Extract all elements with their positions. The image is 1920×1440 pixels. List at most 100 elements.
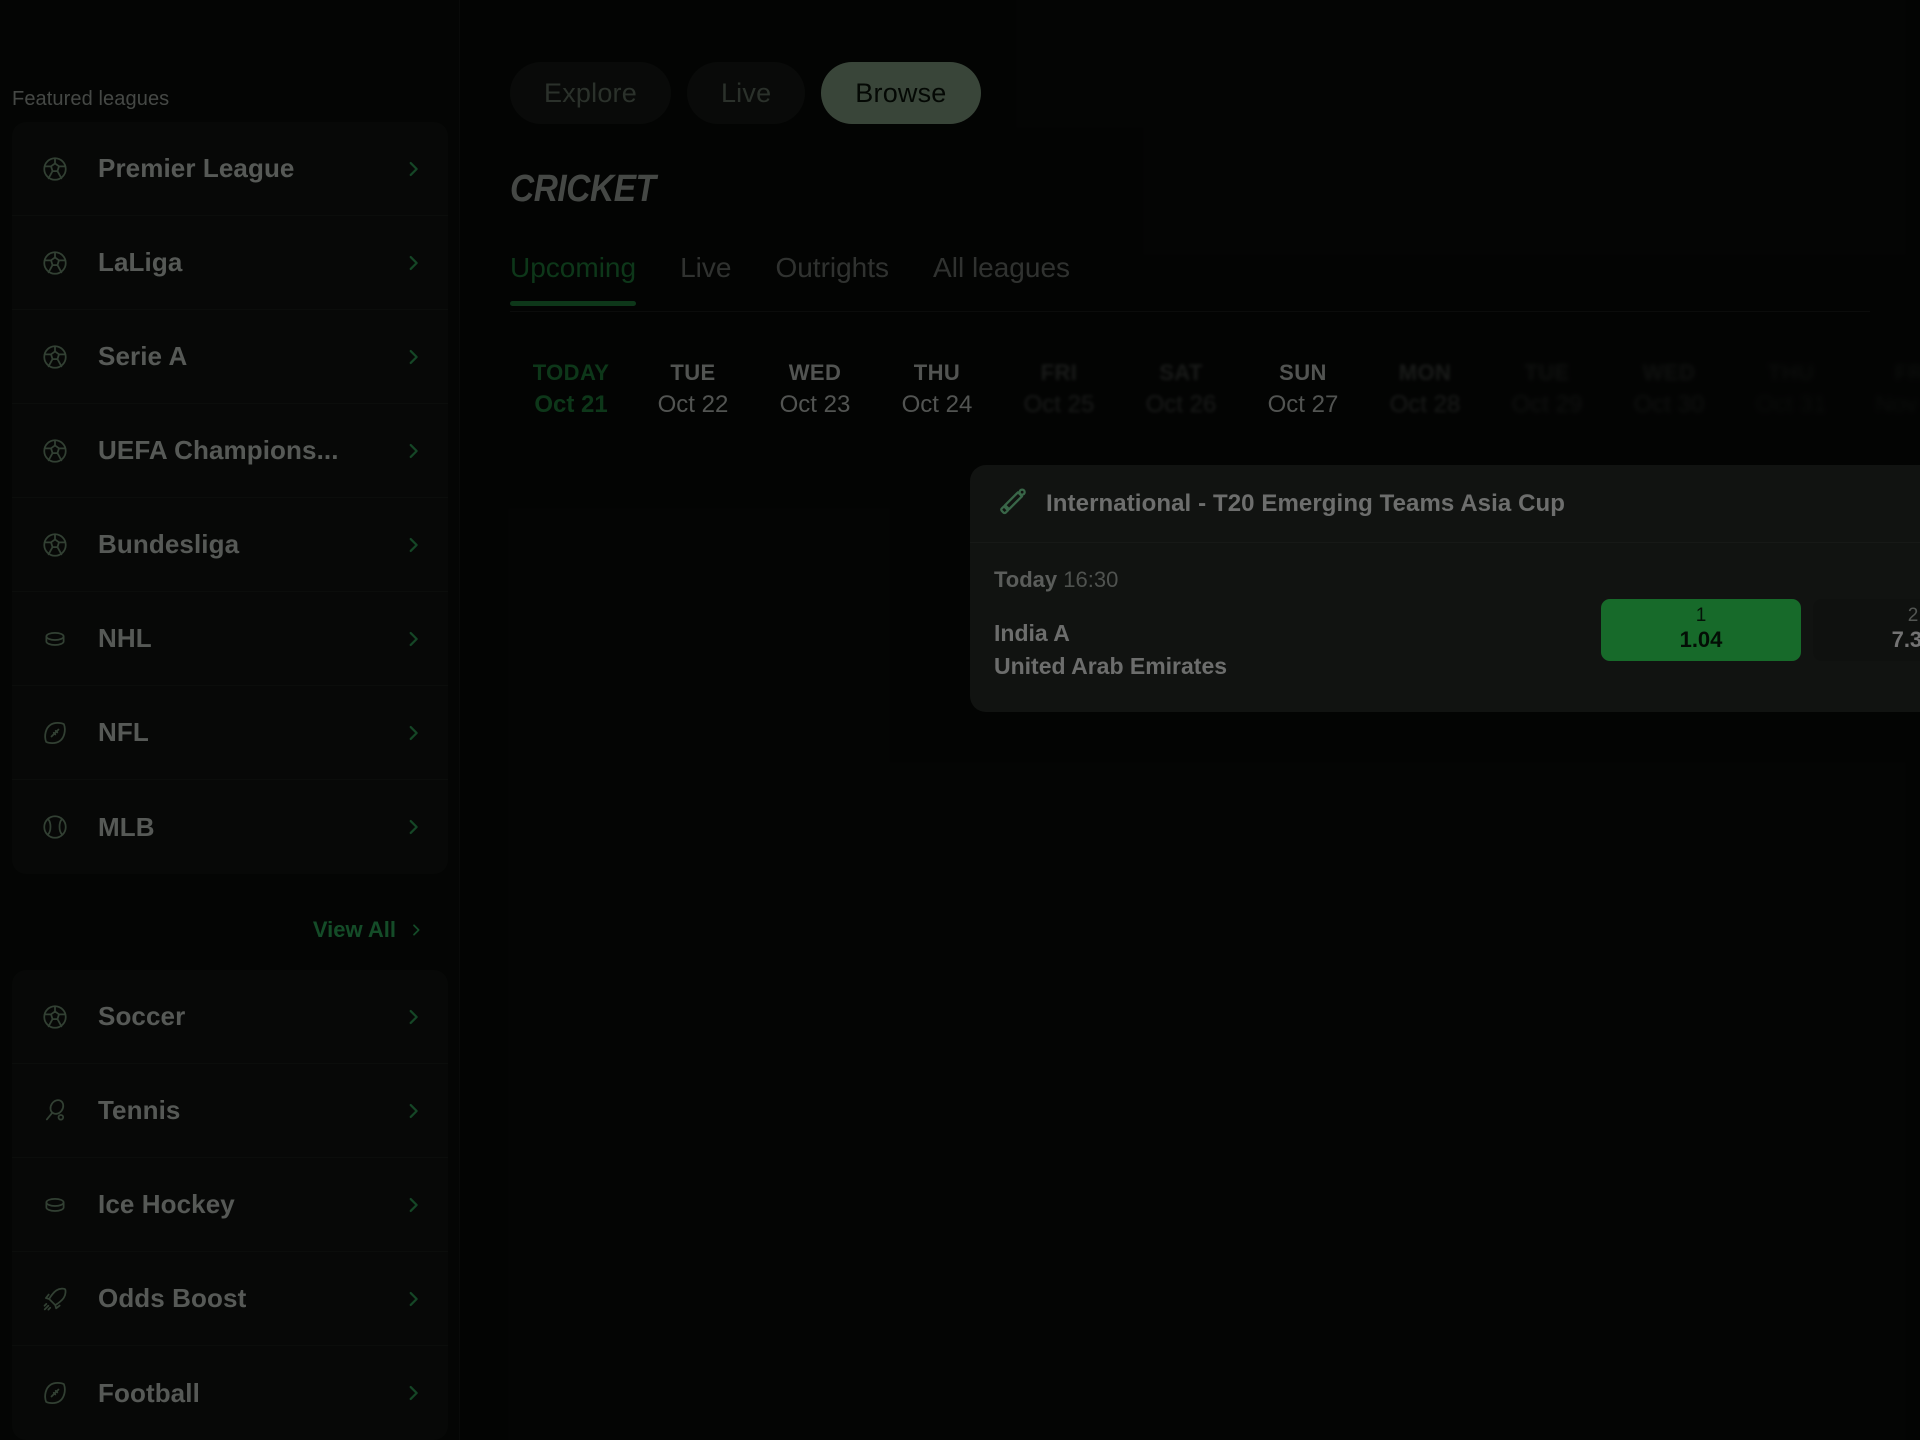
sidebar-item-label: UEFA Champions... — [98, 435, 339, 465]
date-cell[interactable]: WED Oct 23 — [754, 360, 876, 419]
sidebar-item-bundesliga[interactable]: Bundesliga — [12, 498, 448, 592]
american-football-icon — [40, 1378, 70, 1408]
tab-outrights[interactable]: Outrights — [775, 252, 889, 306]
sidebar-item-label: LaLiga — [98, 247, 183, 277]
date-monthday: Oct 31 — [1755, 391, 1827, 419]
chevron-right-icon[interactable] — [402, 1288, 424, 1310]
date-weekday: TUE — [670, 360, 716, 385]
date-monthday: Oct 23 — [779, 391, 851, 419]
sidebar-item-premier-league[interactable]: Premier League — [12, 122, 448, 216]
date-weekday: FRI — [1040, 360, 1078, 385]
date-weekday: TUE — [1524, 360, 1570, 385]
chevron-right-icon — [408, 922, 424, 938]
date-cell[interactable]: SUN Oct 27 — [1242, 360, 1364, 419]
date-weekday: THU — [1767, 360, 1815, 385]
chevron-right-icon[interactable] — [402, 346, 424, 368]
odds-outcome-number: 1 — [1695, 605, 1707, 627]
view-all-link[interactable]: View All — [12, 900, 448, 960]
sidebar-item-nhl[interactable]: NHL — [12, 592, 448, 686]
sidebar-title: Featured leagues — [12, 88, 170, 110]
tab-live[interactable]: Live — [680, 252, 731, 306]
top-navigation: Explore Live Browse — [510, 62, 981, 124]
date-monthday: Oct 25 — [1023, 391, 1095, 419]
date-monthday: Oct 27 — [1267, 391, 1339, 419]
chevron-right-icon[interactable] — [402, 816, 424, 838]
date-weekday: WED — [1642, 360, 1696, 385]
featured-leagues-group: Premier League LaLiga Serie A UEFA Champion… — [12, 122, 448, 874]
date-cell[interactable]: FRI Oct 25 — [998, 360, 1120, 419]
topnav-live-button[interactable]: Live — [686, 62, 806, 124]
chevron-right-icon[interactable] — [402, 252, 424, 274]
chevron-right-icon[interactable] — [402, 534, 424, 556]
date-weekday: TODAY — [532, 360, 610, 385]
chevron-right-icon[interactable] — [402, 1194, 424, 1216]
odds-value: 1.04 — [1679, 627, 1723, 653]
tab-upcoming[interactable]: Upcoming — [510, 252, 637, 306]
match-time: Today 16:30 — [994, 567, 1920, 593]
chevron-right-icon[interactable] — [402, 1006, 424, 1028]
date-weekday: SAT — [1159, 360, 1203, 385]
odds-button-2[interactable]: 27.30 — [1813, 599, 1920, 661]
date-weekday: SUN — [1279, 360, 1327, 385]
sidebar-item-uefa-champions[interactable]: UEFA Champions... — [12, 404, 448, 498]
soccer-ball-icon — [40, 342, 70, 372]
chevron-right-icon[interactable] — [402, 628, 424, 650]
soccer-ball-icon — [40, 154, 70, 184]
soccer-ball-icon — [40, 1002, 70, 1032]
match-row[interactable]: Today 16:30 India A United Arab Emirates… — [970, 543, 1920, 712]
date-monthday: Oct 21 — [534, 391, 608, 419]
chevron-right-icon[interactable] — [402, 1382, 424, 1404]
date-cell[interactable]: THU Oct 24 — [876, 360, 998, 419]
cricket-bat-ball-icon — [996, 487, 1030, 521]
league-card-header[interactable]: International - T20 Emerging Teams Asia … — [970, 465, 1920, 543]
date-cell[interactable]: WED Oct 30 — [1608, 360, 1730, 419]
date-cell[interactable]: MON Oct 28 — [1364, 360, 1486, 419]
odds-outcome-number: 2 — [1907, 605, 1919, 627]
odds-button-1[interactable]: 1 1.04 — [1601, 599, 1801, 661]
sidebar-item-ice-hockey[interactable]: Ice Hockey — [12, 1158, 448, 1252]
sidebar-item-label: Serie A — [98, 341, 188, 371]
soccer-ball-icon — [40, 436, 70, 466]
date-cell[interactable]: THU Oct 31 — [1730, 360, 1852, 419]
tennis-racket-icon — [40, 1096, 70, 1126]
chevron-right-icon[interactable] — [402, 722, 424, 744]
sidebar-item-mlb[interactable]: MLB — [12, 780, 448, 874]
date-cell[interactable]: TUE Oct 29 — [1486, 360, 1608, 419]
sidebar-item-odds-boost[interactable]: Odds Boost — [12, 1252, 448, 1346]
sidebar-item-football[interactable]: Football — [12, 1346, 448, 1440]
hockey-puck-icon — [40, 624, 70, 654]
soccer-ball-icon — [40, 248, 70, 278]
date-cell[interactable]: SAT Oct 26 — [1120, 360, 1242, 419]
chevron-right-icon[interactable] — [402, 440, 424, 462]
date-selector-strip[interactable]: TODAY Oct 21 TUE Oct 22 WED Oct 23 THU Oct 24 FR… — [510, 360, 1920, 440]
sidebar-item-laliga[interactable]: LaLiga — [12, 216, 448, 310]
sidebar-item-nfl[interactable]: NFL — [12, 686, 448, 780]
sidebar-item-label: Soccer — [98, 1001, 186, 1031]
date-cell[interactable]: TUE Oct 22 — [632, 360, 754, 419]
sidebar-item-tennis[interactable]: Tennis — [12, 1064, 448, 1158]
topnav-explore-button[interactable]: Explore — [510, 62, 671, 124]
date-monthday: Nov 01 — [1874, 391, 1920, 419]
sidebar-item-label: NFL — [98, 717, 149, 747]
view-all-label: View All — [312, 917, 396, 942]
chevron-right-icon[interactable] — [402, 158, 424, 180]
date-monthday: Oct 28 — [1389, 391, 1461, 419]
sidebar-item-label: Odds Boost — [98, 1283, 247, 1313]
baseball-icon — [40, 812, 70, 842]
sub-tab-bar: Upcoming Live Outrights All leagues — [510, 252, 1870, 312]
date-cell[interactable]: FRI Nov 01 — [1852, 360, 1920, 419]
chevron-right-icon[interactable] — [402, 1100, 424, 1122]
tab-all-leagues[interactable]: All leagues — [933, 252, 1070, 306]
date-monthday: Oct 24 — [901, 391, 973, 419]
topnav-browse-button[interactable]: Browse — [821, 62, 981, 124]
date-weekday: MON — [1398, 360, 1452, 385]
date-monthday: Oct 26 — [1145, 391, 1217, 419]
hockey-puck-icon — [40, 1190, 70, 1220]
sidebar-item-serie-a[interactable]: Serie A — [12, 310, 448, 404]
date-monthday: Oct 22 — [657, 391, 729, 419]
sidebar-item-soccer[interactable]: Soccer — [12, 970, 448, 1064]
date-cell[interactable]: TODAY Oct 21 — [510, 360, 632, 419]
sidebar-item-label: Premier League — [98, 153, 295, 183]
sidebar-item-label: MLB — [98, 811, 155, 842]
date-weekday: THU — [913, 360, 961, 385]
